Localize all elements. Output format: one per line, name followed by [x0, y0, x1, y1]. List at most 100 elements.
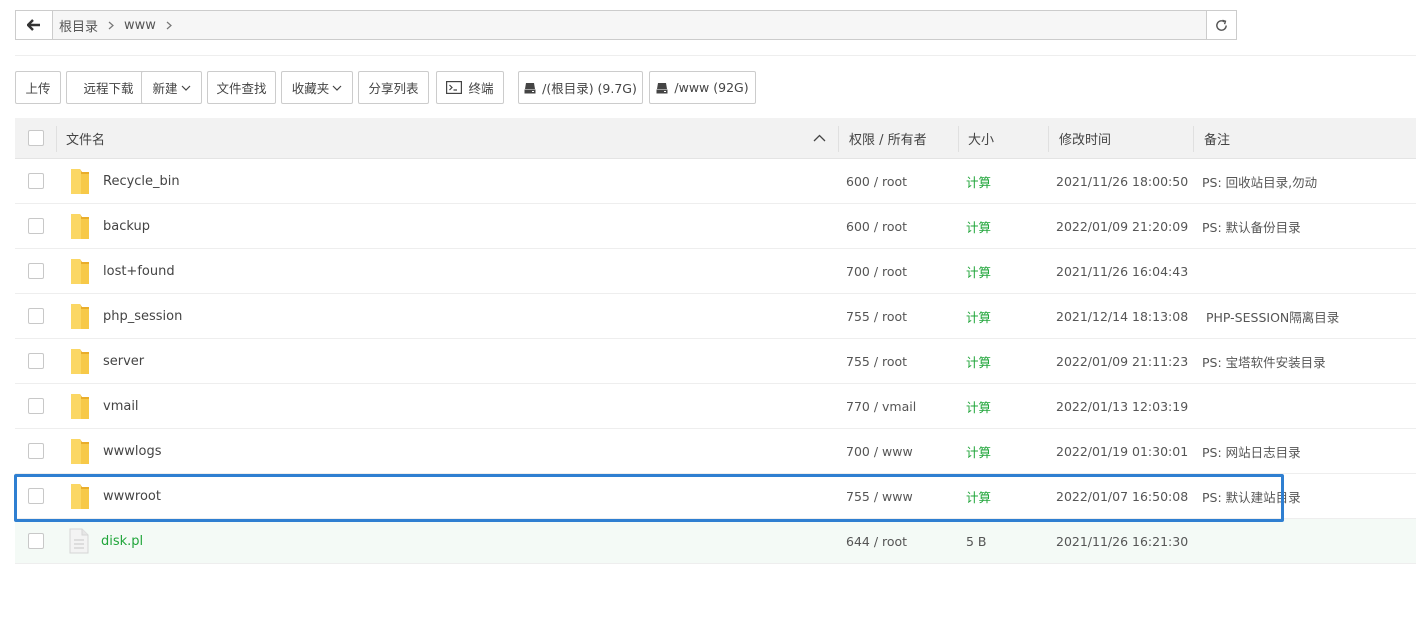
permission-owner[interactable]: 600 / root: [846, 174, 907, 189]
size-cell[interactable]: 计算: [966, 159, 991, 203]
size-cell[interactable]: 计算: [966, 204, 991, 248]
size-cell[interactable]: 计算: [966, 384, 991, 428]
permission-owner[interactable]: 644 / root: [846, 534, 907, 549]
header-size[interactable]: 大小: [968, 118, 994, 158]
note-cell[interactable]: PS: 默认备份目录: [1202, 204, 1301, 248]
calculate-size-link[interactable]: 计算: [966, 307, 991, 326]
name-cell[interactable]: server: [69, 339, 144, 383]
calculate-size-link[interactable]: 计算: [966, 262, 991, 281]
file-name[interactable]: Recycle_bin: [103, 174, 180, 189]
table-row[interactable]: Recycle_bin 600 / root 计算 2021/11/26 18:00:…: [15, 159, 1416, 204]
file-name[interactable]: server: [103, 354, 144, 369]
select-all-checkbox[interactable]: [28, 118, 44, 158]
table-row[interactable]: disk.pl 644 / root 5 B 2021/11/26 16:21:30: [15, 519, 1416, 564]
permission-cell[interactable]: 755 / root: [846, 294, 907, 338]
header-mtime[interactable]: 修改时间: [1059, 118, 1111, 158]
permission-owner[interactable]: 755 / root: [846, 354, 907, 369]
back-button[interactable]: [16, 11, 53, 39]
new-dropdown-button[interactable]: 新建: [141, 71, 202, 104]
note-text[interactable]: PS: 宝塔软件安装目录: [1202, 352, 1326, 371]
name-cell[interactable]: lost+found: [69, 249, 175, 293]
table-row[interactable]: wwwroot 755 / www 计算 2022/01/07 16:50:08 PS:…: [15, 474, 1416, 519]
terminal-button[interactable]: 终端: [436, 71, 504, 104]
name-cell[interactable]: wwwlogs: [69, 429, 162, 473]
permission-owner[interactable]: 770 / vmail: [846, 399, 916, 414]
permission-cell[interactable]: 644 / root: [846, 519, 907, 563]
row-checkbox[interactable]: [28, 443, 44, 459]
row-checkbox[interactable]: [28, 488, 44, 504]
file-name[interactable]: php_session: [103, 309, 182, 324]
permission-owner[interactable]: 700 / root: [846, 264, 907, 279]
header-permission[interactable]: 权限 / 所有者: [849, 118, 927, 158]
file-name[interactable]: lost+found: [103, 264, 175, 279]
size-cell[interactable]: 计算: [966, 474, 991, 518]
disk-root-button[interactable]: /(根目录) (9.7G): [518, 71, 643, 104]
share-list-button[interactable]: 分享列表: [358, 71, 429, 104]
note-cell[interactable]: PS: 回收站目录,勿动: [1202, 159, 1317, 203]
row-checkbox[interactable]: [28, 533, 44, 549]
file-name[interactable]: wwwlogs: [103, 444, 162, 459]
calculate-size-link[interactable]: 计算: [966, 442, 991, 461]
table-row[interactable]: lost+found 700 / root 计算 2021/11/26 16:04:4…: [15, 249, 1416, 294]
upload-button[interactable]: 上传: [15, 71, 61, 104]
note-cell[interactable]: PS: 网站日志目录: [1202, 429, 1301, 473]
permission-owner[interactable]: 755 / www: [846, 489, 913, 504]
note-text[interactable]: PS: 默认备份目录: [1202, 217, 1301, 236]
size-cell[interactable]: 计算: [966, 249, 991, 293]
breadcrumb-item-www[interactable]: www: [124, 18, 172, 33]
note-text[interactable]: PS: 默认建站目录: [1202, 487, 1301, 506]
table-row[interactable]: server 755 / root 计算 2022/01/09 21:11:23 PS:…: [15, 339, 1416, 384]
permission-cell[interactable]: 755 / root: [846, 339, 907, 383]
row-checkbox[interactable]: [28, 308, 44, 324]
name-cell[interactable]: php_session: [69, 294, 182, 338]
sort-asc-icon[interactable]: [813, 118, 826, 158]
note-cell[interactable]: PHP-SESSION隔离目录: [1202, 294, 1339, 338]
name-cell[interactable]: Recycle_bin: [69, 159, 180, 203]
table-row[interactable]: wwwlogs 700 / www 计算 2022/01/19 01:30:01 PS:…: [15, 429, 1416, 474]
calculate-size-link[interactable]: 计算: [966, 172, 991, 191]
note-text[interactable]: PS: 网站日志目录: [1202, 442, 1301, 461]
permission-owner[interactable]: 600 / root: [846, 219, 907, 234]
disk-www-button[interactable]: /www (92G): [649, 71, 756, 104]
size-cell[interactable]: 计算: [966, 339, 991, 383]
table-row[interactable]: vmail 770 / vmail 计算 2022/01/13 12:03:19: [15, 384, 1416, 429]
permission-owner[interactable]: 755 / root: [846, 309, 907, 324]
table-row[interactable]: backup 600 / root 计算 2022/01/09 21:20:09 PS:…: [15, 204, 1416, 249]
name-cell[interactable]: backup: [69, 204, 150, 248]
row-checkbox[interactable]: [28, 398, 44, 414]
note-text[interactable]: PHP-SESSION隔离目录: [1202, 307, 1339, 326]
calculate-size-link[interactable]: 计算: [966, 397, 991, 416]
row-checkbox[interactable]: [28, 353, 44, 369]
table-row[interactable]: php_session 755 / root 计算 2021/12/14 18:13:…: [15, 294, 1416, 339]
checkbox[interactable]: [28, 130, 44, 146]
favorites-dropdown-button[interactable]: 收藏夹: [281, 71, 353, 104]
calculate-size-link[interactable]: 计算: [966, 352, 991, 371]
file-name[interactable]: vmail: [103, 399, 139, 414]
calculate-size-link[interactable]: 计算: [966, 217, 991, 236]
file-name[interactable]: disk.pl: [101, 534, 143, 549]
row-checkbox[interactable]: [28, 173, 44, 189]
permission-cell[interactable]: 700 / www: [846, 429, 913, 473]
note-cell[interactable]: PS: 宝塔软件安装目录: [1202, 339, 1326, 383]
refresh-button[interactable]: [1206, 11, 1236, 39]
file-name[interactable]: wwwroot: [103, 489, 161, 504]
row-checkbox[interactable]: [28, 218, 44, 234]
remote-download-button[interactable]: 远程下载: [66, 71, 151, 104]
permission-owner[interactable]: 700 / www: [846, 444, 913, 459]
calculate-size-link[interactable]: 计算: [966, 487, 991, 506]
permission-cell[interactable]: 770 / vmail: [846, 384, 916, 428]
name-cell[interactable]: wwwroot: [69, 474, 161, 518]
header-name[interactable]: 文件名: [66, 118, 105, 158]
permission-cell[interactable]: 600 / root: [846, 204, 907, 248]
size-cell[interactable]: 计算: [966, 429, 991, 473]
permission-cell[interactable]: 600 / root: [846, 159, 907, 203]
file-search-button[interactable]: 文件查找: [207, 71, 276, 104]
breadcrumb-item-root[interactable]: 根目录: [59, 16, 114, 35]
note-cell[interactable]: PS: 默认建站目录: [1202, 474, 1301, 518]
name-cell[interactable]: disk.pl: [69, 519, 143, 563]
file-name[interactable]: backup: [103, 219, 150, 234]
permission-cell[interactable]: 700 / root: [846, 249, 907, 293]
note-text[interactable]: PS: 回收站目录,勿动: [1202, 172, 1317, 191]
permission-cell[interactable]: 755 / www: [846, 474, 913, 518]
name-cell[interactable]: vmail: [69, 384, 139, 428]
